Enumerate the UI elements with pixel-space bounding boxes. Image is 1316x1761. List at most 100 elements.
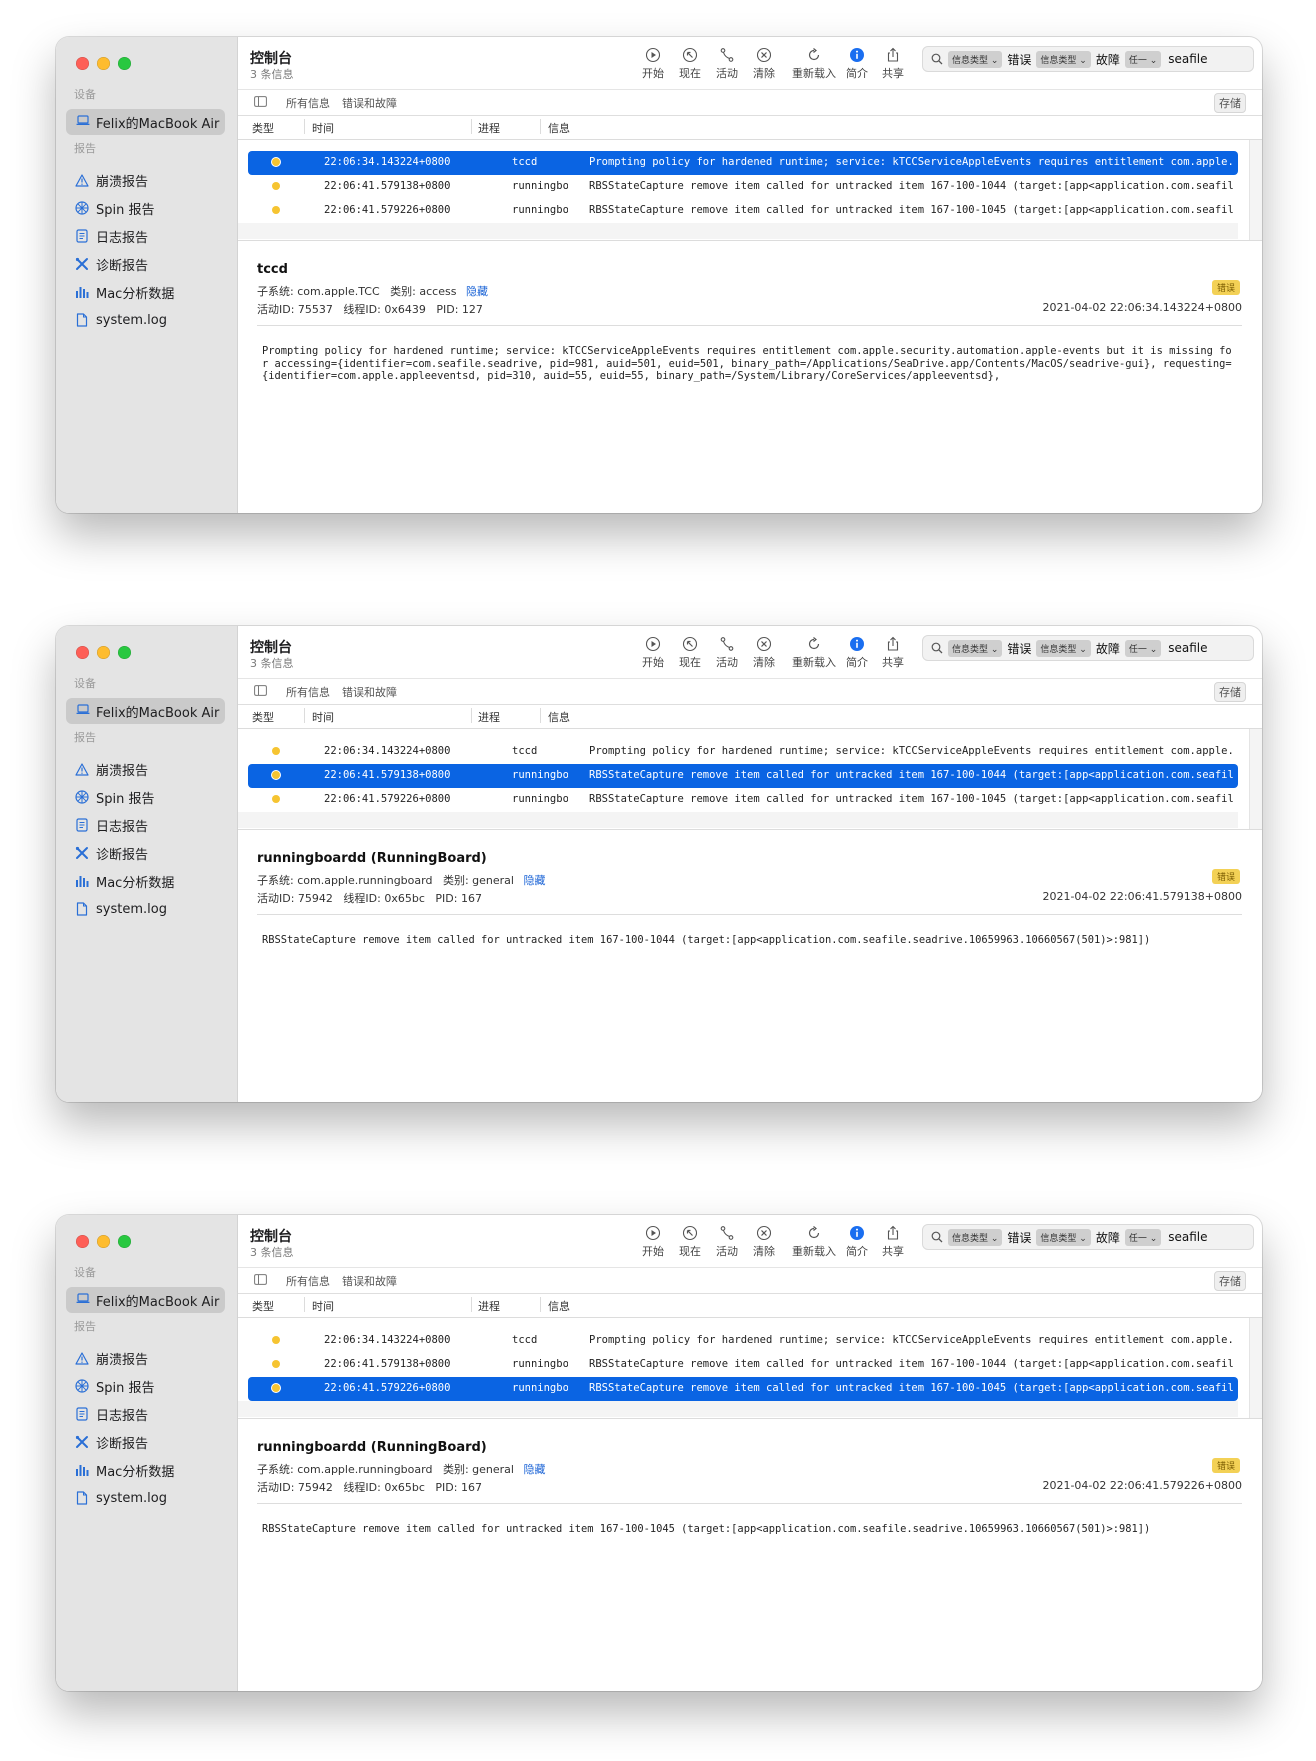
- search-token-type-1[interactable]: 信息类型 ⌄: [948, 50, 1003, 68]
- table-row[interactable]: 22:06:41.579226+0800 runningboardd RBSSt…: [248, 199, 1238, 223]
- search-field[interactable]: 信息类型 ⌄ 错误 信息类型 ⌄ 故障 任一 ⌄ seafile: [922, 1224, 1254, 1250]
- now-button[interactable]: 现在: [679, 47, 701, 81]
- search-input[interactable]: seafile: [1168, 1230, 1207, 1244]
- column-time[interactable]: 时间: [312, 1298, 334, 1314]
- table-row[interactable]: 22:06:41.579138+0800 runningboardd RBSSt…: [248, 175, 1238, 199]
- sidebar-item-mac-analytics[interactable]: Mac分析数据: [66, 278, 226, 306]
- start-button[interactable]: 开始: [642, 47, 664, 81]
- sidebar-item-log-report[interactable]: 日志报告: [66, 1400, 226, 1428]
- share-button[interactable]: 共享: [882, 1225, 904, 1259]
- activity-button[interactable]: 活动: [716, 636, 738, 670]
- start-button[interactable]: 开始: [642, 636, 664, 670]
- close-button[interactable]: [76, 1235, 89, 1248]
- column-process[interactable]: 进程: [478, 120, 500, 136]
- search-field[interactable]: 信息类型 ⌄ 错误 信息类型 ⌄ 故障 任一 ⌄ seafile: [922, 635, 1254, 661]
- filter-errors-faults[interactable]: 错误和故障: [342, 684, 397, 700]
- hide-link[interactable]: 隐藏: [523, 1463, 545, 1476]
- hide-link[interactable]: 隐藏: [466, 285, 488, 298]
- clear-button[interactable]: 清除: [753, 1225, 775, 1259]
- sidebar-item-diagnostic[interactable]: 诊断报告: [66, 839, 226, 867]
- sidebar-item-diagnostic[interactable]: 诊断报告: [66, 1428, 226, 1456]
- column-time[interactable]: 时间: [312, 120, 334, 136]
- search-token-type-2[interactable]: 信息类型 ⌄: [1036, 1228, 1091, 1246]
- column-type[interactable]: 类型: [252, 1298, 274, 1314]
- close-button[interactable]: [76, 646, 89, 659]
- sidebar-item-device[interactable]: Felix的MacBook Air: [66, 1287, 225, 1313]
- filter-all-messages[interactable]: 所有信息: [286, 684, 330, 700]
- table-row[interactable]: 22:06:41.579138+0800 runningboardd RBSSt…: [248, 1353, 1238, 1377]
- sidebar-toggle-icon[interactable]: [254, 685, 267, 699]
- sidebar-item-crash[interactable]: 崩溃报告: [66, 755, 226, 783]
- sidebar-item-spin[interactable]: Spin 报告: [66, 1372, 226, 1400]
- sidebar-item-mac-analytics[interactable]: Mac分析数据: [66, 867, 226, 895]
- search-token-type-1[interactable]: 信息类型 ⌄: [948, 639, 1003, 657]
- activity-button[interactable]: 活动: [716, 1225, 738, 1259]
- sidebar-item-device[interactable]: Felix的MacBook Air: [66, 109, 225, 135]
- reload-button[interactable]: 重新载入: [792, 1225, 836, 1259]
- sidebar-toggle-icon[interactable]: [254, 96, 267, 110]
- sidebar-item-spin[interactable]: Spin 报告: [66, 194, 226, 222]
- share-button[interactable]: 共享: [882, 47, 904, 81]
- sidebar-item-device[interactable]: Felix的MacBook Air: [66, 698, 225, 724]
- sidebar-item-diagnostic[interactable]: 诊断报告: [66, 250, 226, 278]
- table-row[interactable]: 22:06:41.579226+0800 runningboardd RBSSt…: [248, 1377, 1238, 1401]
- filter-all-messages[interactable]: 所有信息: [286, 1273, 330, 1289]
- start-button[interactable]: 开始: [642, 1225, 664, 1259]
- table-row[interactable]: 22:06:34.143224+0800 tccd Prompting poli…: [248, 740, 1238, 764]
- hide-link[interactable]: 隐藏: [523, 874, 545, 887]
- minimize-button[interactable]: [97, 1235, 110, 1248]
- sidebar-item-log-report[interactable]: 日志报告: [66, 222, 226, 250]
- sidebar-item-system-log[interactable]: system.log: [66, 895, 226, 923]
- table-row[interactable]: 22:06:41.579226+0800 runningboardd RBSSt…: [248, 788, 1238, 812]
- sidebar-item-system-log[interactable]: system.log: [66, 1484, 226, 1512]
- search-token-type-2[interactable]: 信息类型 ⌄: [1036, 639, 1091, 657]
- table-row[interactable]: 22:06:41.579138+0800 runningboardd RBSSt…: [248, 764, 1238, 788]
- now-button[interactable]: 现在: [679, 636, 701, 670]
- table-scrollbar[interactable]: [1249, 1318, 1262, 1418]
- search-token-any[interactable]: 任一 ⌄: [1124, 50, 1162, 68]
- reload-button[interactable]: 重新载入: [792, 636, 836, 670]
- search-token-type-1[interactable]: 信息类型 ⌄: [948, 1228, 1003, 1246]
- table-row[interactable]: 22:06:34.143224+0800 tccd Prompting poli…: [248, 1329, 1238, 1353]
- table-scrollbar[interactable]: [1249, 729, 1262, 829]
- share-button[interactable]: 共享: [882, 636, 904, 670]
- filter-errors-faults[interactable]: 错误和故障: [342, 1273, 397, 1289]
- search-input[interactable]: seafile: [1168, 641, 1207, 655]
- sidebar-toggle-icon[interactable]: [254, 1274, 267, 1288]
- activity-button[interactable]: 活动: [716, 47, 738, 81]
- sidebar-item-spin[interactable]: Spin 报告: [66, 783, 226, 811]
- save-search-button[interactable]: 存储: [1214, 1271, 1246, 1291]
- close-button[interactable]: [76, 57, 89, 70]
- info-button[interactable]: 简介: [846, 47, 868, 81]
- info-button[interactable]: 简介: [846, 636, 868, 670]
- search-token-type-2[interactable]: 信息类型 ⌄: [1036, 50, 1091, 68]
- now-button[interactable]: 现在: [679, 1225, 701, 1259]
- column-message[interactable]: 信息: [548, 709, 570, 725]
- search-token-any[interactable]: 任一 ⌄: [1124, 1228, 1162, 1246]
- column-time[interactable]: 时间: [312, 709, 334, 725]
- column-process[interactable]: 进程: [478, 1298, 500, 1314]
- zoom-button[interactable]: [118, 646, 131, 659]
- zoom-button[interactable]: [118, 1235, 131, 1248]
- search-token-any[interactable]: 任一 ⌄: [1124, 639, 1162, 657]
- column-type[interactable]: 类型: [252, 709, 274, 725]
- column-message[interactable]: 信息: [548, 1298, 570, 1314]
- filter-all-messages[interactable]: 所有信息: [286, 95, 330, 111]
- clear-button[interactable]: 清除: [753, 636, 775, 670]
- search-field[interactable]: 信息类型 ⌄ 错误 信息类型 ⌄ 故障 任一 ⌄ seafile: [922, 46, 1254, 72]
- zoom-button[interactable]: [118, 57, 131, 70]
- table-row[interactable]: 22:06:34.143224+0800 tccd Prompting poli…: [248, 151, 1238, 175]
- column-message[interactable]: 信息: [548, 120, 570, 136]
- sidebar-item-crash[interactable]: 崩溃报告: [66, 1344, 226, 1372]
- save-search-button[interactable]: 存储: [1214, 93, 1246, 113]
- filter-errors-faults[interactable]: 错误和故障: [342, 95, 397, 111]
- column-process[interactable]: 进程: [478, 709, 500, 725]
- sidebar-item-system-log[interactable]: system.log: [66, 306, 226, 334]
- sidebar-item-crash[interactable]: 崩溃报告: [66, 166, 226, 194]
- minimize-button[interactable]: [97, 57, 110, 70]
- sidebar-item-log-report[interactable]: 日志报告: [66, 811, 226, 839]
- sidebar-item-mac-analytics[interactable]: Mac分析数据: [66, 1456, 226, 1484]
- reload-button[interactable]: 重新载入: [792, 47, 836, 81]
- save-search-button[interactable]: 存储: [1214, 682, 1246, 702]
- info-button[interactable]: 简介: [846, 1225, 868, 1259]
